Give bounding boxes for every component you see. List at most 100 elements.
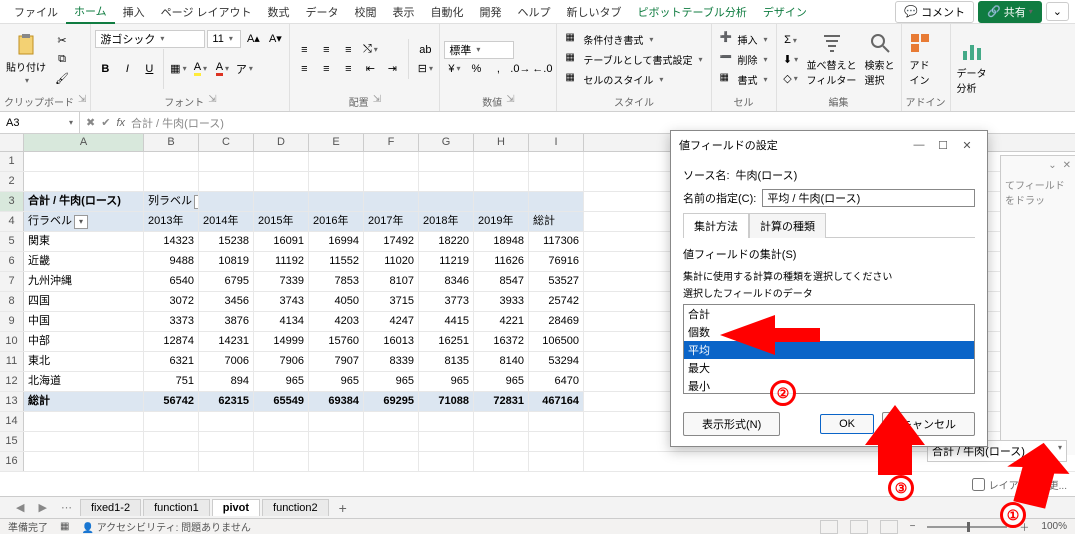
cell[interactable] <box>474 172 529 191</box>
cell[interactable]: 16994 <box>309 232 364 251</box>
find-select-button[interactable]: 検索と 選択 <box>863 29 897 89</box>
row-header[interactable]: 3 <box>0 192 24 211</box>
cell[interactable]: 71088 <box>419 392 474 411</box>
cancel-formula-icon[interactable]: ✖ <box>86 116 95 129</box>
cell[interactable] <box>529 432 584 451</box>
cell[interactable]: 4221 <box>474 312 529 331</box>
cell[interactable]: 3456 <box>199 292 254 311</box>
cell[interactable] <box>529 152 584 171</box>
format-as-table-button[interactable]: ▦テーブルとして書式設定▾ <box>561 51 706 68</box>
sheet-nav-more[interactable]: ⋯ <box>55 501 78 514</box>
cell[interactable]: 15238 <box>199 232 254 251</box>
cell[interactable] <box>309 192 364 211</box>
number-launcher-icon[interactable]: ⇲ <box>506 94 514 109</box>
indent-dec-button[interactable]: ⇤ <box>360 60 380 78</box>
cell[interactable] <box>309 172 364 191</box>
cell[interactable]: 467164 <box>529 392 584 411</box>
col-header-B[interactable]: B <box>144 134 199 151</box>
cell[interactable]: 965 <box>474 372 529 391</box>
cell[interactable]: 9488 <box>144 252 199 271</box>
select-all-corner[interactable] <box>0 134 24 151</box>
confirm-formula-icon[interactable]: ✔ <box>101 116 110 129</box>
row-header[interactable]: 10 <box>0 332 24 351</box>
copy-button[interactable]: ⧉ <box>52 50 72 68</box>
pivottable-fields-pane[interactable]: ⌄✕ てフィールドをドラッ <box>1000 155 1075 455</box>
cell[interactable] <box>419 192 474 211</box>
align-bot-button[interactable]: ≡ <box>338 41 358 59</box>
menu-home[interactable]: ホーム <box>66 0 115 24</box>
menu-view[interactable]: 表示 <box>385 1 423 23</box>
sort-filter-button[interactable]: 並べ替えと フィルター <box>805 29 859 89</box>
menu-help[interactable]: ヘルプ <box>510 1 559 23</box>
align-center-button[interactable]: ≡ <box>316 60 336 78</box>
cell[interactable] <box>24 412 144 431</box>
cell[interactable] <box>254 172 309 191</box>
cell[interactable]: 3933 <box>474 292 529 311</box>
cell[interactable]: 11219 <box>419 252 474 271</box>
clear-button[interactable]: ◇▾ <box>781 69 801 87</box>
opt-count[interactable]: 個数 <box>684 323 974 341</box>
cell[interactable] <box>529 452 584 471</box>
cell[interactable]: 8339 <box>364 352 419 371</box>
row-header[interactable]: 5 <box>0 232 24 251</box>
cut-button[interactable]: ✂ <box>52 31 72 49</box>
row-header[interactable]: 9 <box>0 312 24 331</box>
fill-color-button[interactable]: A▾ <box>190 60 210 78</box>
cell[interactable] <box>199 152 254 171</box>
view-pagebreak-button[interactable] <box>880 520 898 534</box>
cell[interactable]: 3373 <box>144 312 199 331</box>
borders-button[interactable]: ▦▾ <box>168 60 188 78</box>
number-format-combo[interactable]: 標準▾ <box>444 41 514 59</box>
cell[interactable] <box>529 172 584 191</box>
dialog-close-icon[interactable]: ✕ <box>955 139 979 152</box>
row-header[interactable]: 8 <box>0 292 24 311</box>
cancel-button[interactable]: キャンセル <box>882 412 975 436</box>
cell[interactable]: 16372 <box>474 332 529 351</box>
cell[interactable]: 11192 <box>254 252 309 271</box>
cell[interactable] <box>529 412 584 431</box>
menu-file[interactable]: ファイル <box>6 1 66 23</box>
view-pagelayout-button[interactable] <box>850 520 868 534</box>
cell[interactable]: 2015年 <box>254 212 309 231</box>
zoom-slider[interactable] <box>927 526 1007 528</box>
cell[interactable] <box>199 172 254 191</box>
cell[interactable]: 965 <box>364 372 419 391</box>
cell[interactable]: 2014年 <box>199 212 254 231</box>
cell[interactable] <box>309 152 364 171</box>
cell[interactable] <box>254 452 309 471</box>
cell[interactable]: 8547 <box>474 272 529 291</box>
format-cells-button[interactable]: ▦書式▾ <box>716 71 772 88</box>
cell[interactable]: 4247 <box>364 312 419 331</box>
addins-button[interactable]: アド イン <box>906 29 934 89</box>
fill-button[interactable]: ⬇▾ <box>781 50 801 68</box>
sheet-nav-prev[interactable]: ◀ <box>10 501 30 514</box>
cell[interactable] <box>474 452 529 471</box>
cell[interactable] <box>254 192 309 211</box>
row-header[interactable]: 2 <box>0 172 24 191</box>
currency-button[interactable]: ¥▾ <box>444 60 464 78</box>
pane-close-icon[interactable]: ✕ <box>1063 160 1071 171</box>
sheet-tab-1[interactable]: function1 <box>143 499 210 516</box>
status-macro-icon[interactable]: ▦ <box>60 521 69 532</box>
cell[interactable]: 53294 <box>529 352 584 371</box>
cell[interactable] <box>474 192 529 211</box>
italic-button[interactable]: I <box>117 60 137 78</box>
cell[interactable]: 894 <box>199 372 254 391</box>
pane-chevron-icon[interactable]: ⌄ <box>1048 160 1056 171</box>
status-accessibility[interactable]: 👤 アクセシビリティ: 問題ありません <box>81 519 250 534</box>
cell[interactable]: 106500 <box>529 332 584 351</box>
cell[interactable] <box>419 432 474 451</box>
cell[interactable]: 3072 <box>144 292 199 311</box>
cell[interactable]: 65549 <box>254 392 309 411</box>
cell[interactable]: 中部 <box>24 332 144 351</box>
cell[interactable]: 7906 <box>254 352 309 371</box>
cell[interactable]: 四国 <box>24 292 144 311</box>
cell[interactable]: 16013 <box>364 332 419 351</box>
cell[interactable] <box>144 172 199 191</box>
font-name-combo[interactable]: 游ゴシック▾ <box>95 30 205 48</box>
cell[interactable]: 東北 <box>24 352 144 371</box>
number-format-button[interactable]: 表示形式(N) <box>683 412 780 436</box>
sheet-tab-2[interactable]: pivot <box>212 499 260 516</box>
cell[interactable] <box>144 432 199 451</box>
zoom-level[interactable]: 100% <box>1041 521 1067 532</box>
